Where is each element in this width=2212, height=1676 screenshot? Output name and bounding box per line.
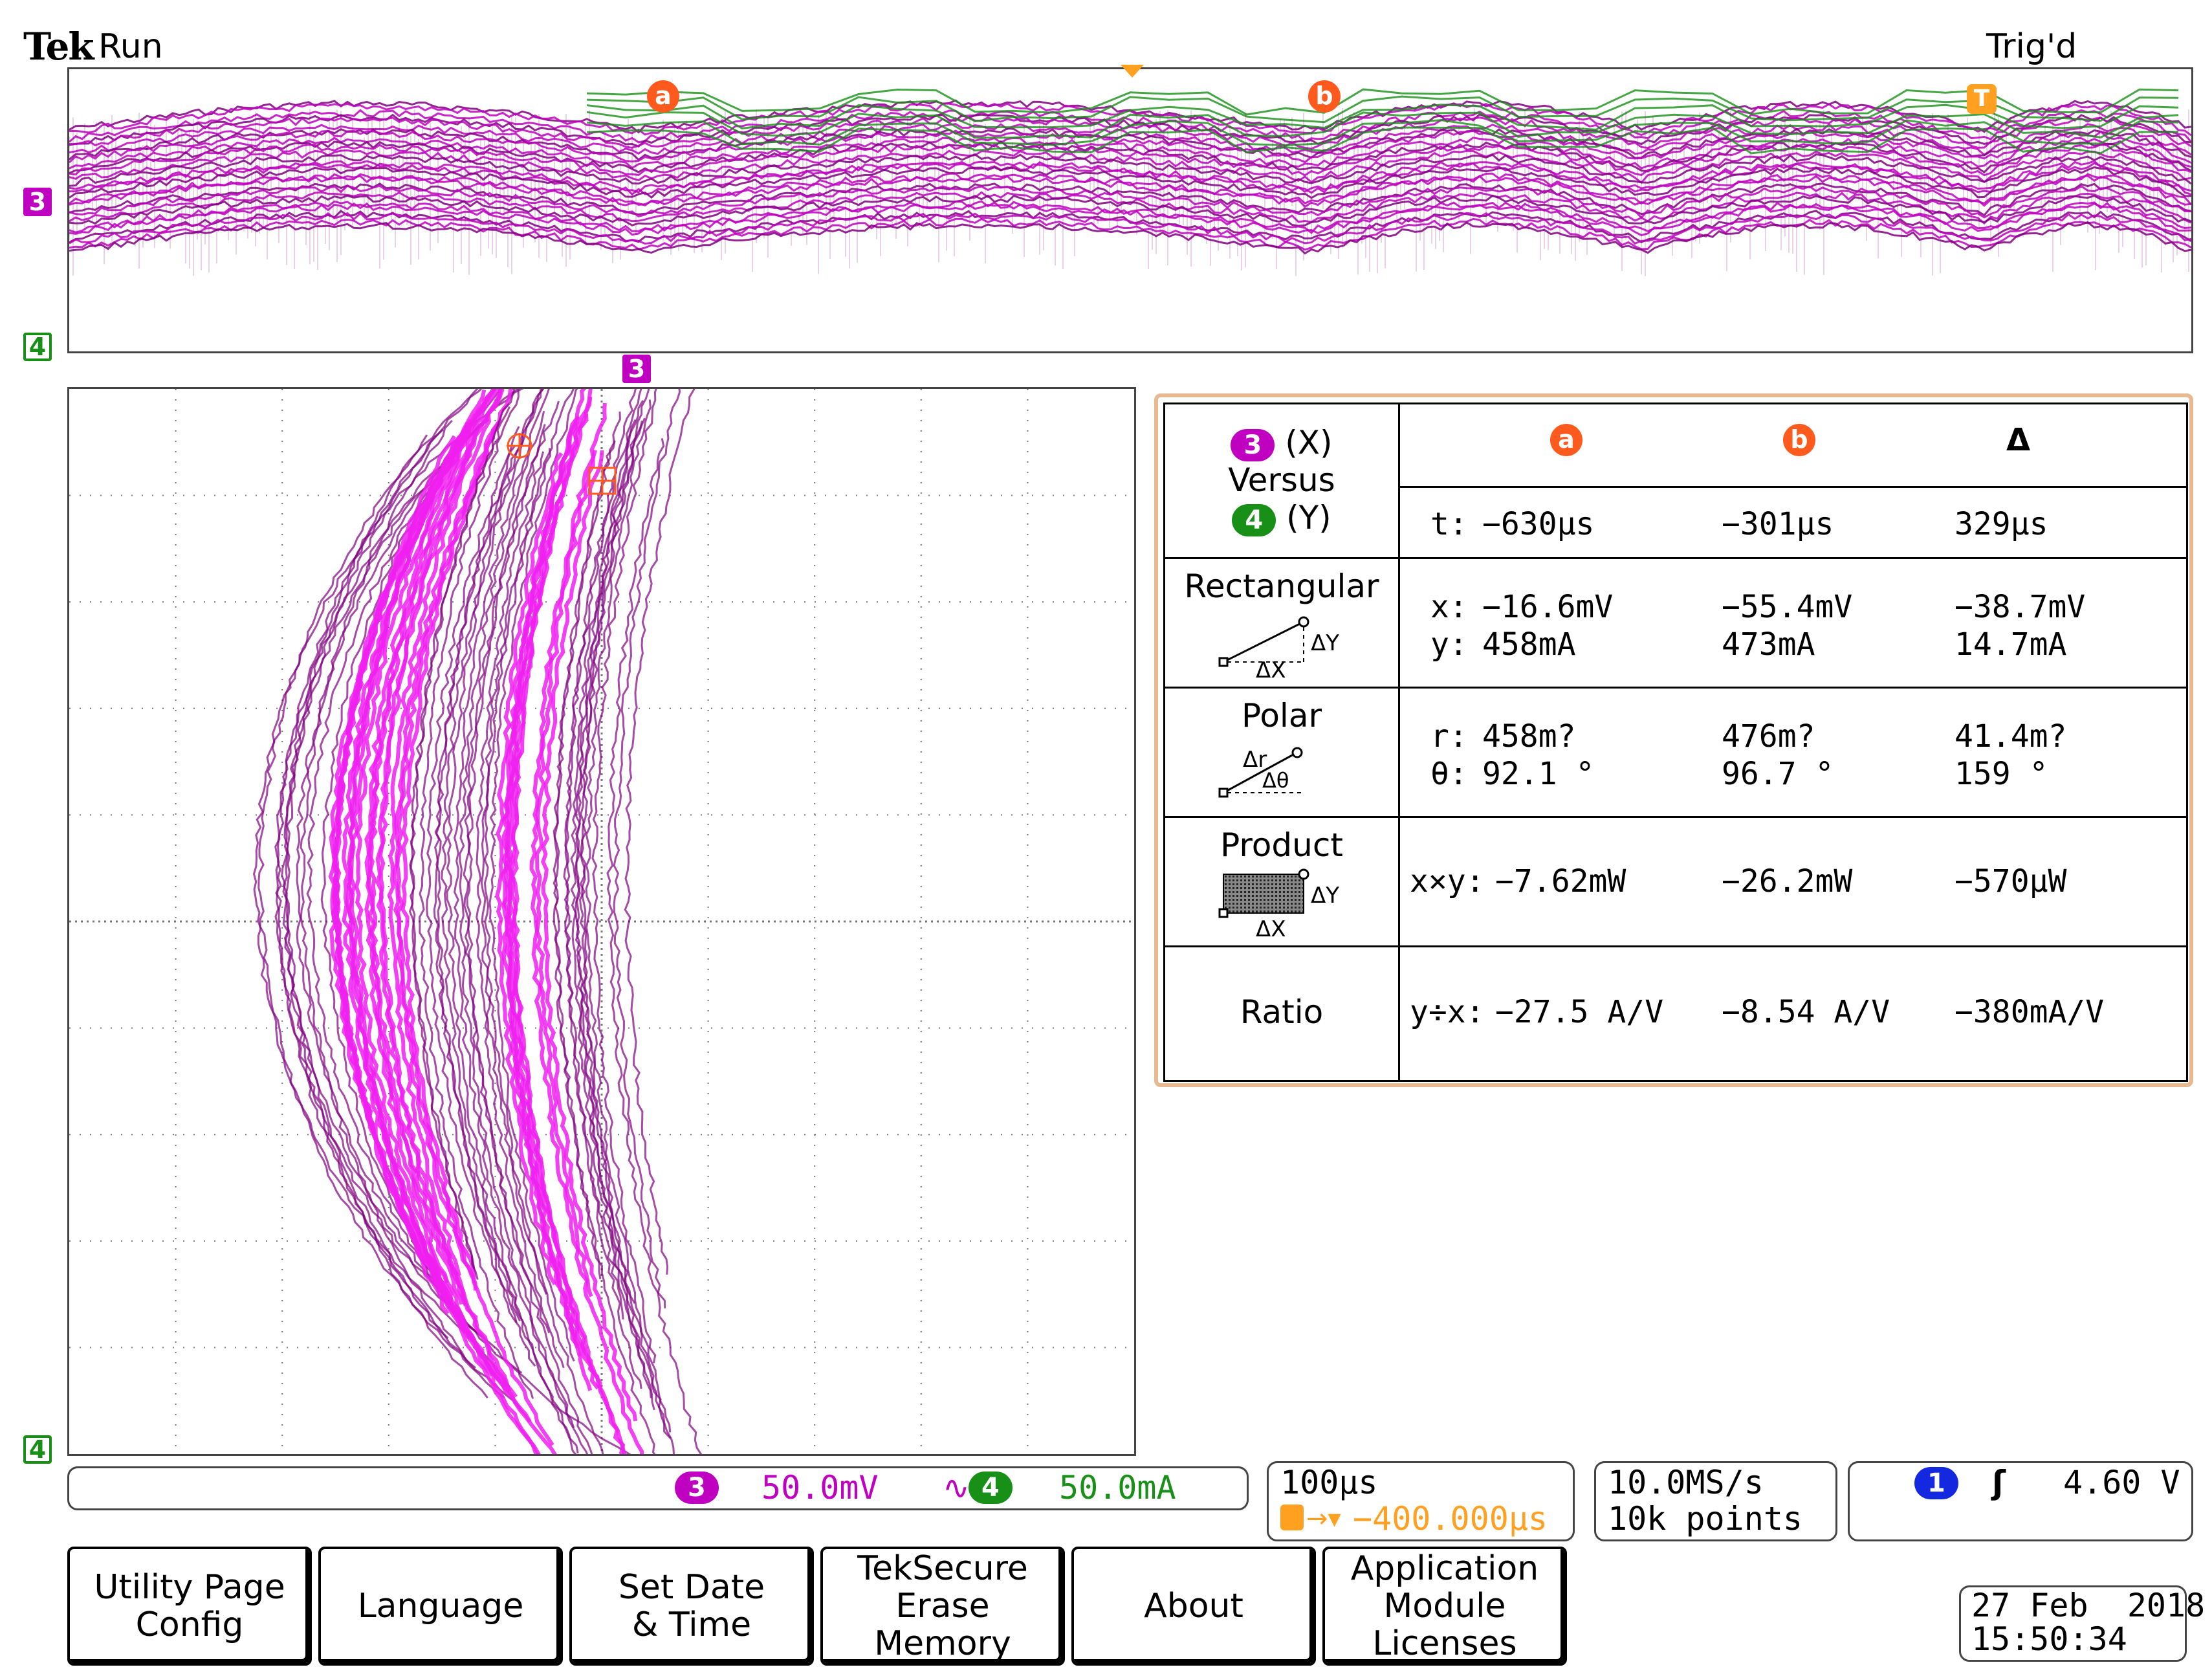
polar-r-label: r: <box>1430 718 1468 755</box>
source-y-label: 4 (Y) <box>1175 499 1388 536</box>
xy-arc-trace <box>613 389 681 1308</box>
column-a-badge: a <box>1550 424 1582 456</box>
trigger-point-arrow-icon <box>1121 65 1144 78</box>
sample-rate[interactable]: 10.0MS/s <box>1608 1464 1764 1501</box>
x-axis-suffix: (X) <box>1285 424 1333 461</box>
polar-icon-dtheta: Δθ <box>1262 768 1289 793</box>
ch4-scale[interactable]: 50.0mA <box>1059 1470 1176 1506</box>
trigger-box[interactable]: 1 ʃ 4.60 V <box>1848 1461 2193 1541</box>
cursor-b-badge[interactable]: b <box>1308 80 1341 113</box>
ch3-source-pill: 3 <box>1231 429 1275 461</box>
trigger-position-icon <box>1280 1505 1304 1530</box>
table-divider <box>1165 687 2186 689</box>
rising-edge-icon: ʃ <box>1992 1464 2006 1501</box>
waveform-overview[interactable] <box>67 67 2193 353</box>
xy-traces <box>69 389 1134 1454</box>
product-icon-dy: ΔY <box>1311 883 1340 909</box>
ch3-scale[interactable]: 50.0mV <box>761 1470 879 1506</box>
cursor-a-badge[interactable]: a <box>647 80 679 113</box>
polar-theta-a: 92.1 ° <box>1482 756 1595 792</box>
timebase-box[interactable]: 100µs →▾ −400.000µs <box>1267 1461 1575 1541</box>
acquisition-status: Run <box>98 27 163 66</box>
rect-x-a: −16.6mV <box>1482 589 1614 625</box>
trigger-position-badge[interactable]: T <box>1967 84 1997 114</box>
rectangular-icon-dy: ΔY <box>1311 630 1340 656</box>
product-title: Product <box>1220 826 1343 864</box>
record-length[interactable]: 10k points <box>1608 1501 1802 1537</box>
time-a: −630µs <box>1482 506 1595 542</box>
time-b: −301µs <box>1722 506 1834 542</box>
ch3-scale-badge[interactable]: 3 <box>675 1472 719 1504</box>
ratio-title: Ratio <box>1240 993 1324 1031</box>
polar-r-a: 458m? <box>1482 718 1576 755</box>
ratio-a: −27.5 A/V <box>1495 994 1664 1030</box>
y-axis-suffix: (Y) <box>1286 499 1331 536</box>
table-divider <box>1165 945 2186 947</box>
xy-arc-trace <box>624 389 695 1275</box>
rectangular-icon-dx: ΔX <box>1256 657 1286 683</box>
polar-r-b: 476m? <box>1722 718 1815 755</box>
column-delta-header: Δ <box>2006 422 2031 458</box>
trigger-position-value[interactable]: −400.000µs <box>1353 1501 1548 1537</box>
ch4-source-pill: 4 <box>1232 504 1276 536</box>
polar-theta-label: θ: <box>1430 756 1468 792</box>
teksecure-erase-memory-button[interactable]: TekSecure Erase Memory <box>820 1547 1065 1666</box>
utility-page-config-button[interactable]: Utility Page Config <box>67 1547 312 1666</box>
ratio-b: −8.54 A/V <box>1722 994 1890 1030</box>
current-date: 27 Feb 2018 <box>1971 1587 2206 1624</box>
polar-theta-delta: 159 ° <box>1955 756 2048 792</box>
ch3-ground-marker[interactable]: 3 <box>23 188 52 216</box>
arrow-icon: →▾ <box>1306 1504 1341 1534</box>
source-x-label: 3 (X) <box>1175 424 1388 461</box>
set-date-time-button[interactable]: Set Date & Time <box>569 1547 814 1666</box>
xy-plot[interactable] <box>67 387 1136 1456</box>
datetime-box: 27 Feb 2018 15:50:34 <box>1959 1585 2205 1662</box>
overview-traces <box>69 88 2191 276</box>
acquisition-box[interactable]: 10.0MS/s 10k points <box>1594 1461 1837 1541</box>
ch3-xy-marker[interactable]: 3 <box>622 355 651 383</box>
cursor-readout-table: 3 (X) Versus 4 (Y) a b Δ t: −630µs −301µ… <box>1163 402 2188 1082</box>
ch3-coupling-icon: ∿ <box>943 1469 970 1506</box>
table-divider <box>1398 404 1400 1080</box>
ch4-scale-badge[interactable]: 4 <box>969 1472 1013 1504</box>
versus-label: Versus <box>1228 461 1335 499</box>
time-label: t: <box>1430 506 1468 542</box>
rect-x-label: x: <box>1430 589 1468 625</box>
trigger-source-badge[interactable]: 1 <box>1914 1467 1958 1499</box>
application-module-licenses-button[interactable]: Application Module Licenses <box>1322 1547 1567 1666</box>
table-divider <box>1398 486 2186 488</box>
rect-x-delta: −38.7mV <box>1955 589 2086 625</box>
rect-y-label: y: <box>1430 626 1468 663</box>
about-button[interactable]: About <box>1071 1547 1316 1666</box>
ratio-label: y÷x: <box>1410 994 1485 1030</box>
table-divider <box>1165 557 2186 559</box>
table-divider <box>1165 816 2186 818</box>
product-b: −26.2mW <box>1722 863 1853 899</box>
current-time: 15:50:34 <box>1971 1620 2127 1658</box>
rectangular-title: Rectangular <box>1184 568 1379 605</box>
polar-theta-b: 96.7 ° <box>1722 756 1834 792</box>
rect-y-a: 458mA <box>1482 626 1576 663</box>
polar-title: Polar <box>1241 697 1322 734</box>
ch4-ground-marker[interactable]: 4 <box>23 333 52 361</box>
rect-y-delta: 14.7mA <box>1955 626 2067 663</box>
trigger-status: Trig'd <box>1986 27 2077 66</box>
product-delta: −570µW <box>1955 863 2067 899</box>
language-button[interactable]: Language <box>318 1547 563 1666</box>
product-label: x×y: <box>1410 863 1485 899</box>
polar-r-delta: 41.4m? <box>1955 718 2067 755</box>
ratio-delta: −380mA/V <box>1955 994 2105 1030</box>
trigger-level[interactable]: 4.60 V <box>2063 1464 2180 1501</box>
timebase-scale[interactable]: 100µs <box>1280 1464 1378 1501</box>
rect-y-b: 473mA <box>1722 626 1815 663</box>
rect-x-b: −55.4mV <box>1722 589 1853 625</box>
ch4-xy-ground-marker[interactable]: 4 <box>23 1435 52 1464</box>
tek-logo: Tek <box>23 25 94 69</box>
product-a: −7.62mW <box>1495 863 1626 899</box>
channel-scale-bar[interactable]: 3 50.0mV ∿ 4 50.0mA <box>67 1466 1249 1510</box>
cursor-readout-panel: 3 (X) Versus 4 (Y) a b Δ t: −630µs −301µ… <box>1154 393 2193 1087</box>
time-delta: 329µs <box>1955 506 2048 542</box>
column-b-badge: b <box>1783 424 1815 456</box>
product-icon-dx: ΔX <box>1256 916 1286 942</box>
